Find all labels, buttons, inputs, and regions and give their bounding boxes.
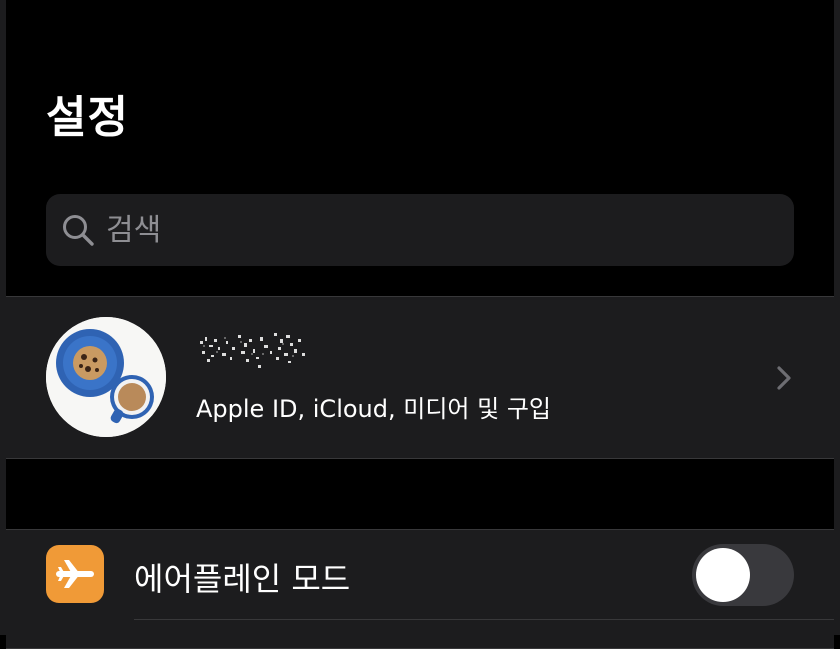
airplane-icon [46,545,104,603]
page-title: 설정 [46,92,129,143]
chevron-right-icon [774,363,794,393]
setting-label-airplane-mode: 에어플레인 모드 [134,560,351,598]
apple-id-row[interactable]: Apple ID, iCloud, 미디어 및 구입 [6,297,834,458]
airplane-mode-toggle[interactable] [692,544,794,606]
setting-row-airplane-mode[interactable]: 에어플레인 모드 [6,530,834,620]
settings-group: 에어플레인 모드 [6,529,834,649]
toggle-knob [696,548,750,602]
row-separator [134,619,834,620]
search-icon [60,212,96,248]
search-input[interactable] [106,194,794,266]
search-bar[interactable] [46,194,794,266]
avatar [46,317,166,437]
right-edge [834,0,840,635]
account-subtitle: Apple ID, iCloud, 미디어 및 구입 [196,395,551,423]
account-group: Apple ID, iCloud, 미디어 및 구입 [6,296,834,459]
account-name-redacted [196,327,311,373]
